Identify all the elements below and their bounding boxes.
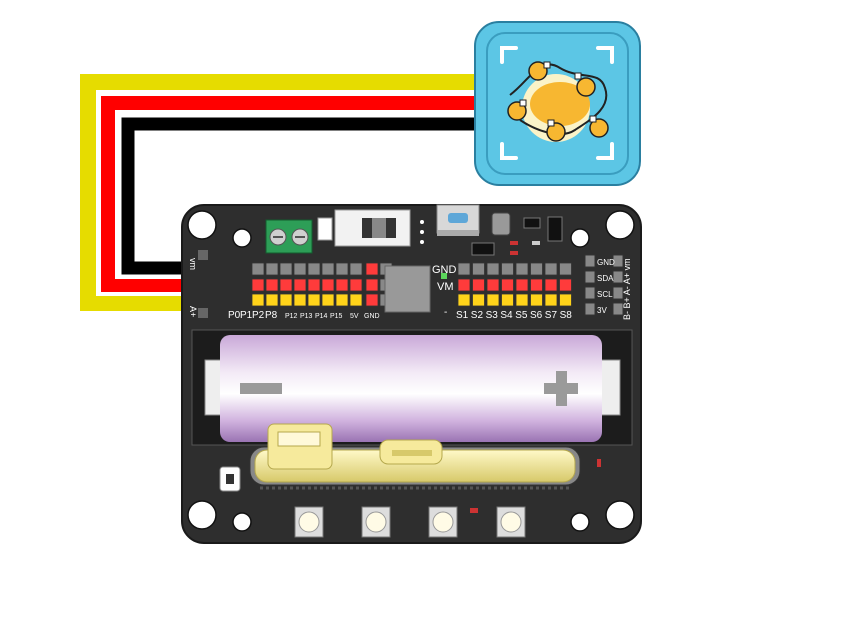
header-pin: [251, 262, 265, 276]
wiring-diagram: vm A+ P0 P1 P2 P8 P12 P13 P14 P15 5V GND GND VM -…: [80, 21, 642, 544]
servo-pin: [559, 262, 572, 276]
servo-pin: [486, 293, 500, 307]
expansion-board: vm A+ P0 P1 P2 P8 P12 P13 P14 P15 5V GND GND VM -…: [181, 204, 642, 544]
i2c-pin: [584, 254, 596, 268]
header-pin: [293, 262, 307, 276]
header-pin: [293, 293, 307, 307]
motor-label-item: B+: [622, 297, 632, 308]
servo-pin: [544, 278, 558, 292]
servo-pin: [530, 278, 543, 292]
servo-pin: [472, 293, 485, 307]
motor-label-item: A+: [622, 273, 632, 284]
servo-pin: [472, 262, 485, 276]
servo-pin: [501, 262, 514, 276]
motor-label-item: B-: [622, 311, 632, 320]
header-pin: [307, 293, 321, 307]
servo-pin: [544, 262, 558, 276]
pin-label: P2: [252, 310, 265, 321]
servo-label: S6: [530, 310, 543, 321]
pin-label: P15: [330, 313, 343, 320]
pin-label: P1: [240, 310, 253, 321]
servo-label: S7: [545, 310, 558, 321]
servo-pin: [515, 278, 529, 292]
servo-label: S2: [471, 310, 484, 321]
header-pin: [251, 293, 265, 307]
button-4[interactable]: [496, 506, 526, 538]
button-2[interactable]: [361, 506, 391, 538]
servo-label: S4: [500, 310, 513, 321]
servo-pin: [530, 293, 543, 307]
servo-pin: [515, 262, 529, 276]
pin-label: P8: [265, 310, 278, 321]
header-pin: [279, 262, 293, 276]
header-pin: [365, 262, 379, 276]
left-pin-header: [251, 262, 393, 307]
i2c-pin: [584, 270, 596, 284]
pin-label: P14: [315, 313, 328, 320]
header-pin: [251, 278, 265, 292]
header-pin: [321, 262, 335, 276]
pin-label: P0: [228, 310, 241, 321]
i2c-pin: [584, 286, 596, 300]
usb-port: [436, 204, 480, 236]
i2c-label: SDA: [597, 274, 614, 283]
motor-label-item: A-: [622, 286, 632, 295]
left-edge-label-top: vm: [188, 258, 198, 270]
header-pin: [365, 293, 379, 307]
motor-side-labels: B- B+ A- A+ vm: [622, 258, 632, 320]
header-pin: [321, 293, 335, 307]
vm-label: VM: [437, 281, 454, 293]
i2c-label: SCL: [597, 290, 613, 299]
servo-label: S5: [515, 310, 528, 321]
left-edge-label-bottom: A+: [188, 306, 198, 317]
i2c-label: 3V: [597, 306, 607, 315]
pin-label: P13: [300, 313, 313, 320]
header-pin: [335, 278, 349, 292]
header-pin: [349, 262, 363, 276]
servo-pin: [544, 293, 558, 307]
servo-pin: [457, 262, 471, 276]
i2c-label: GND: [597, 258, 615, 267]
header-pin: [265, 262, 279, 276]
servo-label: S8: [560, 310, 573, 321]
header-pin: [279, 278, 293, 292]
pin-label: P12: [285, 313, 298, 320]
header-pin: [365, 278, 379, 292]
servo-pin: [515, 293, 529, 307]
header-pin: [265, 293, 279, 307]
servo-pin: [559, 278, 572, 292]
header-pin: [349, 293, 363, 307]
minus-label: -: [444, 307, 447, 318]
servo-pin: [486, 262, 500, 276]
header-pin: [307, 262, 321, 276]
header-pin: [307, 278, 321, 292]
pin-label: GND: [364, 313, 380, 320]
header-pin: [349, 278, 363, 292]
button-3[interactable]: [428, 506, 458, 538]
led-string-module: [474, 21, 641, 186]
servo-label: S1: [456, 310, 469, 321]
servo-pin: [457, 278, 471, 292]
i2c-pin: [584, 302, 596, 316]
servo-pin: [530, 262, 543, 276]
header-pin: [265, 278, 279, 292]
minus-icon: [240, 383, 282, 394]
motor-label: B- B+ A- A+ vm: [622, 258, 632, 320]
servo-pin: [457, 293, 471, 307]
servo-label: S3: [486, 310, 499, 321]
motor-label-item: vm: [622, 258, 632, 270]
servo-pin: [501, 278, 514, 292]
button-1[interactable]: [294, 506, 324, 538]
header-pin: [279, 293, 293, 307]
servo-pin: [559, 293, 572, 307]
header-pin: [293, 278, 307, 292]
servo-pin: [501, 293, 514, 307]
header-pin: [335, 293, 349, 307]
header-pin: [335, 262, 349, 276]
pin-label: 5V: [350, 313, 359, 320]
servo-pin: [486, 278, 500, 292]
servo-pin: [472, 278, 485, 292]
header-pin: [321, 278, 335, 292]
